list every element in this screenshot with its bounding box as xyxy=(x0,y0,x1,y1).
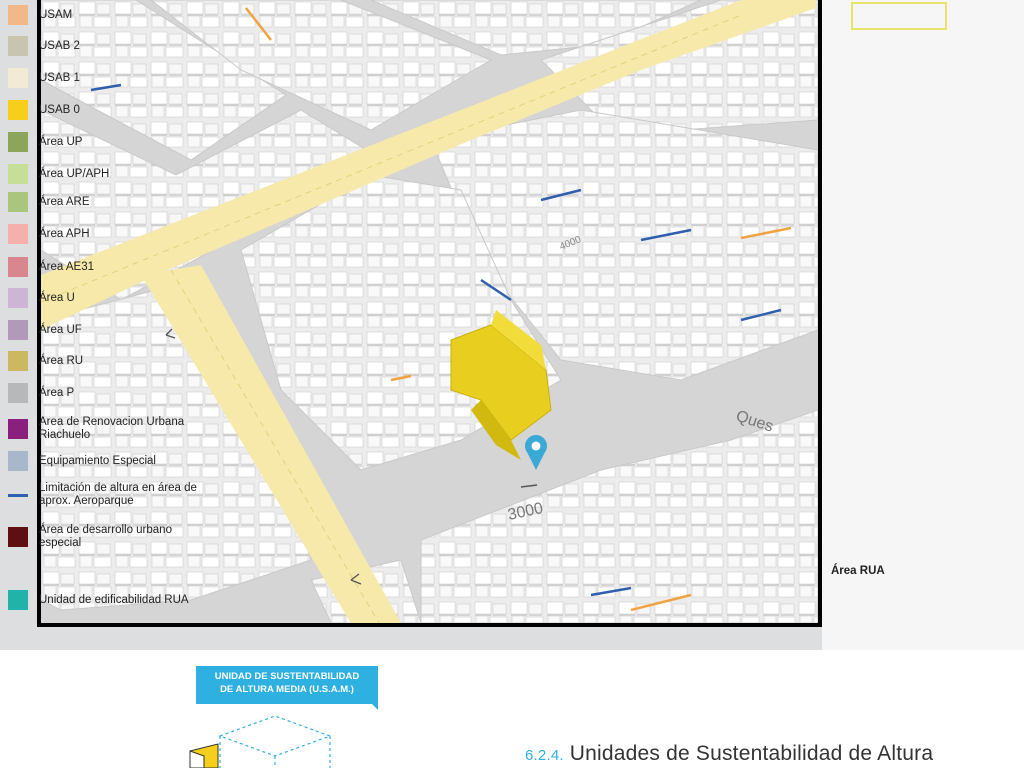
section-title: Unidades de Sustentabilidad de Altura xyxy=(569,742,934,765)
legend-swatch-area-p xyxy=(8,383,28,403)
legend-swatch-usab-2 xyxy=(8,36,28,56)
legend-swatch-renovacion-riachuelo xyxy=(8,419,28,439)
legend-item-usab-1: USAB 1 xyxy=(8,68,200,88)
legend-item-renovacion-riachuelo: Area de Renovacion Urbana Riachuelo xyxy=(8,416,200,442)
legend-section-area-rua: Área RUA xyxy=(831,565,885,577)
legend-swatch-limitacion-altura xyxy=(8,493,28,497)
legend-swatch-equipamiento-especial xyxy=(8,451,28,471)
legend-swatch-area-ru xyxy=(8,351,28,371)
legend-swatch-area-up xyxy=(8,132,28,152)
legend-swatch-edificabilidad-rua xyxy=(8,590,28,610)
legend-swatch-usab-0 xyxy=(8,100,28,120)
legend-item-edificabilidad-rua: Unidad de edificabilidad RUA xyxy=(8,590,200,610)
legend-item-area-ae31: Área AE31 xyxy=(8,257,200,277)
legend-swatch-desarrollo-urbano-especial xyxy=(8,527,28,547)
legend-swatch-area-uf xyxy=(8,320,28,340)
legend-item-area-u: Área U xyxy=(8,288,200,308)
map-legend xyxy=(822,0,1024,650)
legend-swatch-area-up-aph xyxy=(8,164,28,184)
legend-item-desarrollo-urbano-especial: Área de desarrollo urbano especial xyxy=(8,524,200,550)
legend-item-usab-2: USAB 2 xyxy=(8,36,200,56)
legend-swatch-area-ae31 xyxy=(8,257,28,277)
legend-item-area-are: Área ARE xyxy=(8,192,200,212)
section-number: 6.2.4. xyxy=(525,747,564,764)
legend-swatch-area-u xyxy=(8,288,28,308)
legend-item-equipamiento-especial: Equipamiento Especial xyxy=(8,451,200,471)
section-heading: 6.2.4. Unidades de Sustentabilidad de Alt… xyxy=(525,742,933,766)
usam-isometric-diagram xyxy=(189,715,332,768)
legend-item-usab-0: USAB 0 xyxy=(8,100,200,120)
legend-item-limitacion-altura: Limitación de altura en área de aprox. A… xyxy=(8,482,200,508)
legend-swatch-usam xyxy=(8,5,28,25)
legend-item-area-aph: Área APH xyxy=(8,224,200,244)
legend-item-area-p: Área P xyxy=(8,383,200,403)
legend-item-area-uf: Área UF xyxy=(8,320,200,340)
legend-item-area-up: Área UP xyxy=(8,132,200,152)
legend-item-area-ru: Área RU xyxy=(8,351,200,371)
usam-tag-line-1: UNIDAD DE SUSTENTABILIDAD xyxy=(214,671,360,682)
legend-item-area-up-aph: Área UP/APH xyxy=(8,164,200,184)
legend-highlight-frame xyxy=(851,2,947,30)
usam-callout-tag: UNIDAD DE SUSTENTABILIDAD DE ALTURA MEDI… xyxy=(196,666,378,710)
usam-tag-line-2: DE ALTURA MEDIA (U.S.A.M.) xyxy=(220,684,354,695)
legend-item-usam: USAM xyxy=(8,5,200,25)
legend-swatch-area-are xyxy=(8,192,28,212)
legend-swatch-usab-1 xyxy=(8,68,28,88)
legend-swatch-area-aph xyxy=(8,224,28,244)
